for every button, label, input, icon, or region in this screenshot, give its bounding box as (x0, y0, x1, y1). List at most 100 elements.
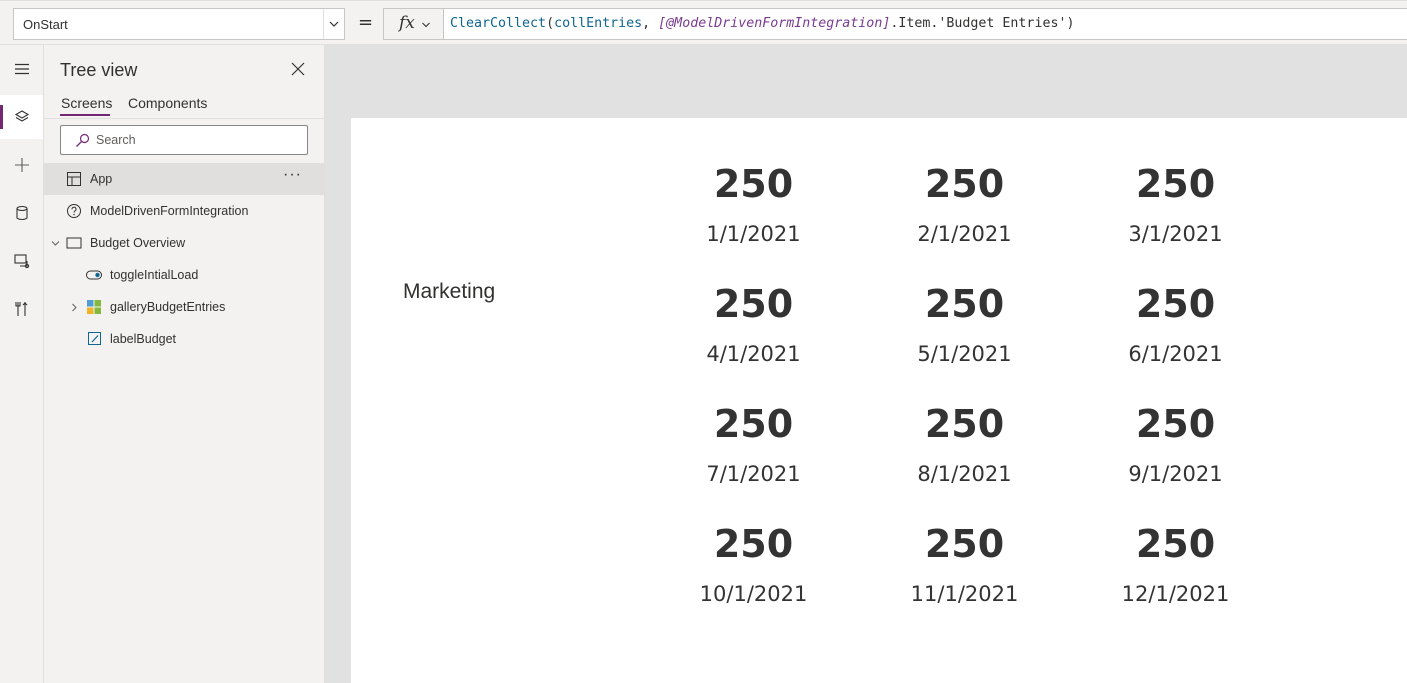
formula-bar: OnStart = fx ClearCollect(collEntries, [… (0, 0, 1407, 45)
tree-node-app[interactable]: App ··· (44, 163, 324, 195)
entry-amount: 250 (713, 522, 794, 566)
insert-button[interactable] (0, 143, 43, 187)
formula-reference: [@ModelDrivenFormIntegration] (658, 16, 891, 31)
chevron-down-icon (422, 22, 430, 28)
tree-node-budget-overview[interactable]: Budget Overview (44, 227, 324, 259)
entry-date: 7/1/2021 (706, 462, 801, 486)
screen-icon (66, 237, 82, 249)
active-tab-indicator (60, 114, 110, 116)
hamburger-icon (14, 63, 29, 75)
tree-node-label: labelBudget (110, 332, 177, 346)
gallery-item[interactable]: 250 4/1/2021 (648, 278, 859, 398)
entry-amount: 250 (1135, 522, 1216, 566)
search-icon (76, 133, 90, 147)
gallery-item[interactable]: 250 5/1/2021 (859, 278, 1070, 398)
formula-separator: , (642, 16, 659, 31)
tree-node-label: galleryBudgetEntries (110, 300, 226, 314)
chevron-down-icon (329, 21, 339, 27)
entry-date: 9/1/2021 (1128, 462, 1223, 486)
tree-view-button[interactable] (0, 95, 43, 139)
gallery-item[interactable]: 250 6/1/2021 (1070, 278, 1281, 398)
entry-date: 8/1/2021 (917, 462, 1012, 486)
formula-paren: ( (546, 16, 555, 31)
tab-divider (44, 118, 324, 119)
fx-button[interactable]: fx (383, 8, 444, 40)
entry-amount: 250 (924, 282, 1005, 326)
formula-collection: collEntries (554, 16, 643, 31)
label-budget[interactable]: Marketing (403, 280, 495, 304)
property-value: OnStart (23, 17, 68, 32)
entry-amount: 250 (1135, 282, 1216, 326)
tree-view-pane: Tree view Screens Components App ··· Mod… (44, 45, 325, 683)
tree-node-label: toggleIntialLoad (110, 268, 199, 282)
gallery-item[interactable]: 250 2/1/2021 (859, 158, 1070, 278)
advanced-tools-button[interactable] (0, 287, 43, 331)
media-button[interactable] (0, 239, 43, 283)
label-icon (88, 332, 101, 345)
gallery-item[interactable]: 250 10/1/2021 (648, 518, 859, 638)
formula-input[interactable]: ClearCollect(collEntries, [@ModelDrivenF… (443, 8, 1407, 40)
entry-amount: 250 (924, 402, 1005, 446)
dropdown-divider (323, 9, 324, 39)
search-box[interactable] (60, 125, 308, 155)
entry-date: 4/1/2021 (706, 342, 801, 366)
tree-view-title: Tree view (60, 60, 138, 80)
entry-date: 11/1/2021 (910, 582, 1019, 606)
gallery-item[interactable]: 250 7/1/2021 (648, 398, 859, 518)
app-icon (67, 172, 81, 186)
chevron-down-icon[interactable] (51, 239, 60, 248)
formula-rest: .Item.'Budget Entries') (890, 16, 1075, 31)
entry-amount: 250 (713, 402, 794, 446)
tree-node-label: App (90, 172, 113, 186)
entry-amount: 250 (713, 162, 794, 206)
tree-node-gallerybudgetentries[interactable]: galleryBudgetEntries (44, 291, 324, 323)
entry-date: 1/1/2021 (706, 222, 801, 246)
help-icon (67, 204, 81, 218)
plus-icon (14, 158, 29, 172)
top-divider (0, 0, 1407, 1)
tools-icon (14, 302, 27, 316)
entry-amount: 250 (1135, 402, 1216, 446)
fx-icon: fx (399, 13, 415, 33)
tree-node-label: Budget Overview (90, 236, 186, 250)
gallery-item[interactable]: 250 9/1/2021 (1070, 398, 1281, 518)
entry-amount: 250 (924, 162, 1005, 206)
entry-date: 12/1/2021 (1121, 582, 1230, 606)
tree-node-label: ModelDrivenFormIntegration (90, 204, 249, 218)
gallery-item[interactable]: 250 8/1/2021 (859, 398, 1070, 518)
budget-overview-screen[interactable]: Marketing 250 1/1/2021 250 2/1/2021 250 3/1… (351, 118, 1407, 683)
gallery-item[interactable]: 250 11/1/2021 (859, 518, 1070, 638)
gallery-item[interactable]: 250 12/1/2021 (1070, 518, 1281, 638)
gallery-item[interactable]: 250 3/1/2021 (1070, 158, 1281, 278)
menu-button[interactable] (0, 47, 43, 91)
entry-amount: 250 (1135, 162, 1216, 206)
entry-amount: 250 (924, 522, 1005, 566)
tree-node-labelbudget[interactable]: labelBudget (44, 323, 324, 355)
gallery-item[interactable]: 250 1/1/2021 (648, 158, 859, 278)
entry-amount: 250 (713, 282, 794, 326)
database-icon (15, 205, 28, 221)
more-options-button[interactable]: ··· (283, 166, 302, 184)
tab-screens[interactable]: Screens (61, 95, 112, 111)
chevron-right-icon[interactable] (70, 303, 79, 312)
tree-node-toggleintialload[interactable]: toggleIntialLoad (44, 259, 324, 291)
entry-date: 6/1/2021 (1128, 342, 1223, 366)
tree-node-modeldrivenformintegration[interactable]: ModelDrivenFormIntegration (44, 195, 324, 227)
entry-date: 10/1/2021 (699, 582, 808, 606)
equals-sign: = (358, 12, 374, 33)
formula-function: ClearCollect (450, 16, 547, 31)
entry-date: 3/1/2021 (1128, 222, 1223, 246)
formula-text: ClearCollect(collEntries, [@ModelDrivenF… (450, 16, 1074, 31)
layers-icon (14, 110, 29, 122)
close-icon[interactable] (291, 62, 305, 76)
search-input[interactable] (96, 131, 296, 149)
entry-date: 5/1/2021 (917, 342, 1012, 366)
left-rail (0, 45, 44, 683)
gallery-budget-entries[interactable]: 250 1/1/2021 250 2/1/2021 250 3/1/2021 250 4… (648, 158, 1348, 658)
tab-components[interactable]: Components (128, 95, 207, 111)
data-button[interactable] (0, 191, 43, 235)
entry-date: 2/1/2021 (917, 222, 1012, 246)
property-dropdown[interactable]: OnStart (13, 8, 345, 40)
gallery-icon (87, 300, 101, 314)
toggle-icon (86, 270, 102, 280)
